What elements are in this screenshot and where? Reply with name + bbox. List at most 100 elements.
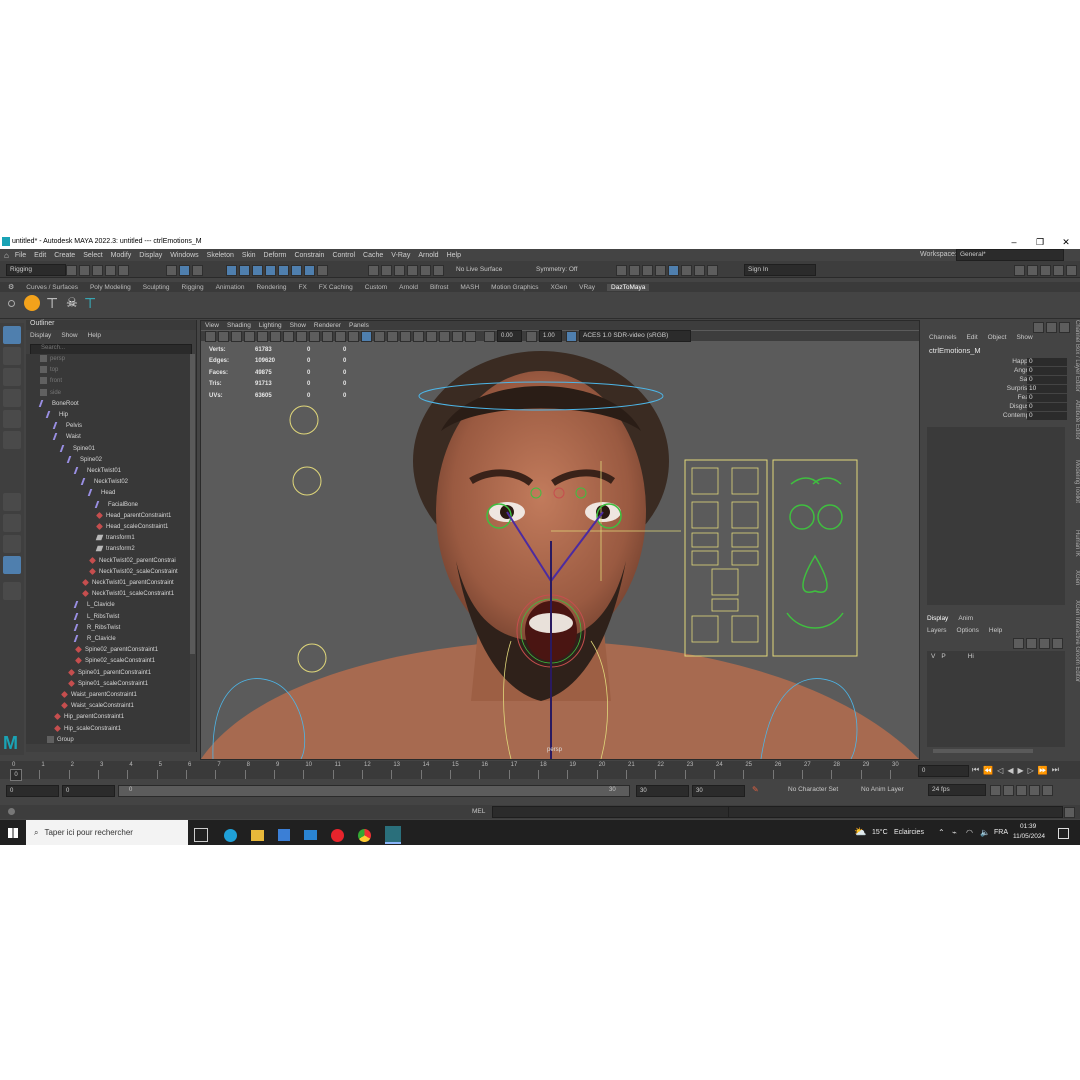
- outliner-item[interactable]: BoneRoot: [38, 399, 79, 410]
- auto-key-icon[interactable]: [1016, 785, 1027, 796]
- symmetry-label[interactable]: Symmetry: Off: [536, 266, 577, 273]
- edge-icon[interactable]: [224, 828, 237, 842]
- play-forward-icon[interactable]: ▶: [1017, 766, 1023, 775]
- outliner-item[interactable]: NeckTwist01_scaleConstraint1: [82, 589, 174, 600]
- play-render-icon[interactable]: [694, 265, 705, 276]
- outliner-item[interactable]: transform2: [95, 544, 135, 555]
- attribute-value[interactable]: 0: [1027, 412, 1067, 420]
- outliner-item[interactable]: Waist: [52, 432, 81, 443]
- script-editor-icon[interactable]: [1064, 807, 1075, 818]
- outliner-item[interactable]: Spine02: [66, 455, 102, 466]
- attribute-value[interactable]: 0: [1027, 403, 1067, 411]
- channelbox-pin-icon[interactable]: [1059, 322, 1070, 333]
- paint-select-tool-icon[interactable]: [3, 368, 21, 386]
- menu-create[interactable]: Create: [54, 252, 75, 259]
- attribute-name[interactable]: Disgust: [923, 403, 1031, 410]
- tpose-figure-icon[interactable]: ⊤: [46, 295, 60, 311]
- save-scene-icon[interactable]: [92, 265, 103, 276]
- attribute-editor-toggle-icon[interactable]: [1027, 265, 1038, 276]
- field-chart-icon[interactable]: [309, 330, 320, 342]
- modeling-toolkit-toggle-icon[interactable]: [1014, 265, 1025, 276]
- channelbox-refresh-icon[interactable]: [1046, 322, 1057, 333]
- attribute-name[interactable]: Surprise: [923, 385, 1031, 392]
- clock-time[interactable]: 01:39: [1020, 823, 1036, 830]
- shelf-tab-arnold[interactable]: Arnold: [399, 284, 418, 291]
- object-name[interactable]: ctrlEmotions_M: [929, 346, 981, 355]
- animation-start-field[interactable]: 0: [6, 785, 59, 797]
- attribute-name[interactable]: Sad: [923, 376, 1031, 383]
- shelf-tab-motion-graphics[interactable]: Motion Graphics: [491, 284, 538, 291]
- character-set-dropdown[interactable]: No Character Set: [788, 786, 838, 793]
- pause-render-icon[interactable]: [707, 265, 718, 276]
- attribute-value[interactable]: 10: [1027, 385, 1067, 393]
- layout-toggle-icon[interactable]: [1066, 265, 1077, 276]
- outliner-item[interactable]: Spine02_parentConstraint1: [75, 645, 158, 656]
- viewport-menu-panels[interactable]: Panels: [349, 322, 369, 329]
- render-settings-icon[interactable]: [616, 265, 627, 276]
- layer-move-up-icon[interactable]: [1013, 638, 1024, 649]
- shelf-tab-vray[interactable]: VRay: [579, 284, 595, 291]
- outliner-menu-show[interactable]: Show: [61, 332, 77, 339]
- layer-name[interactable]: Hi: [968, 653, 974, 660]
- outliner-item[interactable]: NeckTwist01_parentConstraint: [82, 578, 174, 589]
- snap-point-icon[interactable]: [252, 265, 263, 276]
- shelf-menu-icon[interactable]: [8, 300, 15, 307]
- clock-date[interactable]: 11/05/2024: [1013, 833, 1045, 840]
- live-surface-label[interactable]: No Live Surface: [456, 266, 502, 273]
- viewport-panel[interactable]: View Shading Lighting Show Renderer Panels: [200, 320, 920, 760]
- isolate-select-icon[interactable]: [426, 330, 437, 342]
- shelf-tab-xgen[interactable]: XGen: [551, 284, 568, 291]
- menu-v-ray[interactable]: V-Ray: [391, 252, 410, 259]
- outliner-item[interactable]: front: [40, 376, 62, 387]
- new-layer-selected-icon[interactable]: [1052, 638, 1063, 649]
- outliner-item[interactable]: Head_scaleConstraint1: [96, 522, 168, 533]
- lights-icon[interactable]: [374, 330, 385, 342]
- magnet-icon[interactable]: [368, 265, 379, 276]
- outliner-item[interactable]: R_Clavicle: [73, 634, 116, 645]
- wifi-icon[interactable]: ◠: [966, 828, 973, 837]
- maya-taskbar-icon[interactable]: [385, 826, 401, 844]
- go-to-start-icon[interactable]: ⏮: [972, 765, 979, 775]
- mail-icon[interactable]: [304, 830, 317, 840]
- home-icon[interactable]: ⌂: [4, 251, 9, 260]
- camera-select-icon[interactable]: [205, 330, 216, 342]
- tpose-figure-cyan-icon[interactable]: ⊤: [84, 295, 98, 311]
- attribute-value[interactable]: 0: [1027, 376, 1067, 384]
- magnet-view-icon[interactable]: [420, 265, 431, 276]
- shelf-tab-custom[interactable]: Custom: [365, 284, 387, 291]
- outliner-item[interactable]: Hip: [45, 410, 68, 421]
- shelf-tab-animation[interactable]: Animation: [216, 284, 245, 291]
- menu-select[interactable]: Select: [83, 252, 102, 259]
- attribute-name[interactable]: Happy: [923, 358, 1031, 365]
- image-plane-icon[interactable]: [244, 330, 255, 342]
- outliner-item[interactable]: Head_parentConstraint1: [96, 511, 171, 522]
- script-language-label[interactable]: MEL: [472, 808, 485, 815]
- redo-icon[interactable]: [118, 265, 129, 276]
- snap-surface-icon[interactable]: [278, 265, 289, 276]
- outliner-item[interactable]: NeckTwist02_scaleConstraint: [89, 567, 178, 578]
- daz-logo-icon[interactable]: [24, 295, 40, 311]
- outliner-item[interactable]: R_RibsTwist: [73, 623, 120, 634]
- outliner-item[interactable]: NeckTwist02: [80, 477, 128, 488]
- opera-icon[interactable]: [331, 828, 344, 842]
- shelf-tab-bifrost[interactable]: Bifrost: [430, 284, 448, 291]
- layer-tab-display[interactable]: Display: [927, 615, 948, 622]
- step-forward-key-icon[interactable]: ⏩: [1038, 766, 1048, 775]
- new-layer-icon[interactable]: [1039, 638, 1050, 649]
- menu-control[interactable]: Control: [332, 252, 355, 259]
- outliner-tree[interactable]: persp top front side BoneRoot Hip Pelvis Waist S…: [26, 354, 190, 744]
- select-object-icon[interactable]: [179, 265, 190, 276]
- channelbox-options-icon[interactable]: [1033, 322, 1044, 333]
- outliner-item[interactable]: Spine01_scaleConstraint1: [68, 679, 148, 690]
- file-explorer-icon[interactable]: [251, 829, 264, 841]
- taskbar-search[interactable]: ⌕ Taper ici pour rechercher: [26, 820, 188, 845]
- task-view-icon[interactable]: [194, 828, 208, 842]
- attribute-name[interactable]: Fear: [923, 394, 1031, 401]
- layer-row[interactable]: V P Hi: [927, 651, 1065, 662]
- render-view-icon[interactable]: [655, 265, 666, 276]
- attribute-value[interactable]: 0: [1027, 367, 1067, 375]
- audio-icon[interactable]: [1029, 785, 1040, 796]
- snap-grid-icon[interactable]: [226, 265, 237, 276]
- weather-icon[interactable]: ⛅: [854, 827, 866, 838]
- outliner-item[interactable]: side: [40, 388, 61, 399]
